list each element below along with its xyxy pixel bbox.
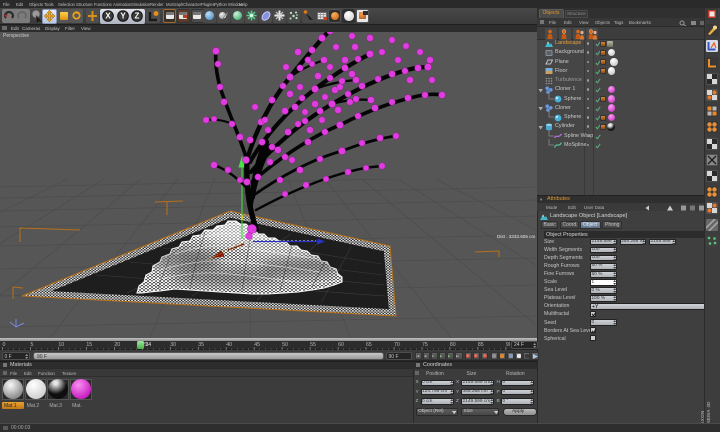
svg-text:90: 90	[506, 342, 510, 348]
svg-text:70: 70	[394, 342, 400, 348]
svg-text:30: 30	[170, 342, 176, 348]
svg-text:60: 60	[338, 342, 344, 348]
svg-text:50: 50	[282, 342, 288, 348]
svg-text:10: 10	[58, 342, 64, 348]
svg-text:15: 15	[86, 342, 92, 348]
svg-text:20: 20	[114, 342, 120, 348]
svg-text:40: 40	[226, 342, 232, 348]
svg-text:35: 35	[198, 342, 204, 348]
svg-text:Y: Y	[120, 12, 126, 21]
svg-text:0: 0	[3, 342, 6, 348]
svg-text:55: 55	[310, 342, 316, 348]
svg-text:45: 45	[254, 342, 260, 348]
svg-text:65: 65	[366, 342, 372, 348]
svg-text:75: 75	[422, 342, 428, 348]
svg-text:80: 80	[450, 342, 456, 348]
svg-text:X: X	[105, 12, 111, 21]
svg-text:5: 5	[31, 342, 34, 348]
svg-text:Z: Z	[135, 12, 140, 21]
svg-text:85: 85	[478, 342, 484, 348]
